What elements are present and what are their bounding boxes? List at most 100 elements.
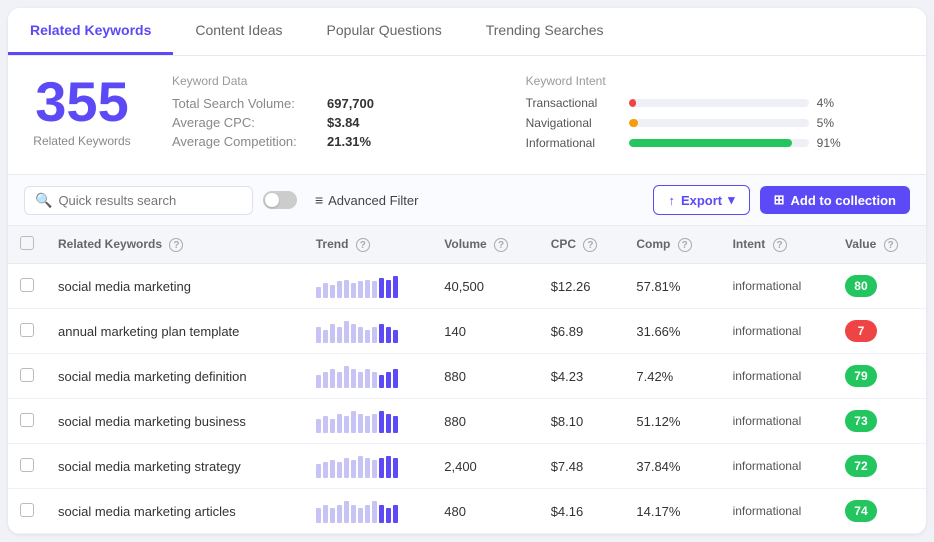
keyword-count: 355 Related Keywords [32,74,132,148]
row-checkbox[interactable] [20,368,34,382]
advanced-filter-button[interactable]: ≡ Advanced Filter [307,188,427,212]
value-badge: 80 [845,275,877,297]
cpc-cell: $7.48 [539,444,625,489]
th-trend-info-icon[interactable]: ? [356,238,370,252]
toggle-switch[interactable] [263,191,297,209]
value-cell: 73 [833,399,926,444]
table-row: social media marketing articles480$4.161… [8,489,926,534]
intent-bar-informational [629,139,793,147]
search-wrap[interactable]: 🔍 [24,186,253,215]
intent-cell: informational [721,444,833,489]
comp-cell: 7.42% [624,354,720,399]
th-intent: Intent ? [721,226,833,264]
trend-cell [304,399,433,444]
th-trend: Trend ? [304,226,433,264]
controls-bar: 🔍 ≡ Advanced Filter ↑ Export ▾ ⊞ Add to … [8,175,926,226]
keyword-cell: social media marketing definition [46,354,304,399]
th-value: Value ? [833,226,926,264]
export-button[interactable]: ↑ Export ▾ [653,185,749,215]
main-card: Related Keywords Content Ideas Popular Q… [8,8,926,534]
tab-popular-questions[interactable]: Popular Questions [305,8,464,55]
row-checkbox[interactable] [20,503,34,517]
trend-cell [304,444,433,489]
header-checkbox[interactable] [20,236,34,250]
kd-row-comp: Average Competition: 21.31% [172,134,486,149]
trend-cell [304,354,433,399]
th-value-info-icon[interactable]: ? [884,238,898,252]
export-icon: ↑ [668,193,675,208]
th-intent-info-icon[interactable]: ? [773,238,787,252]
intent-label-informational: Informational [526,136,621,150]
intent-cell: informational [721,489,833,534]
export-label: Export [681,193,722,208]
trend-cell [304,264,433,309]
kd-value-volume: 697,700 [327,96,374,111]
th-intent-label: Intent [733,237,766,251]
intent-pct-transactional: 4% [817,96,847,110]
main-container: Related Keywords Content Ideas Popular Q… [0,0,934,542]
th-cpc-info-icon[interactable]: ? [583,238,597,252]
intent-cell: informational [721,399,833,444]
row-checkbox[interactable] [20,278,34,292]
intent-label-navigational: Navigational [526,116,621,130]
value-badge: 74 [845,500,877,522]
volume-cell: 2,400 [432,444,538,489]
th-comp-info-icon[interactable]: ? [678,238,692,252]
trend-cell [304,309,433,354]
value-cell: 7 [833,309,926,354]
search-icon: 🔍 [35,192,52,209]
kd-value-cpc: $3.84 [327,115,360,130]
search-input[interactable] [58,193,242,208]
keyword-data-heading: Keyword Data [172,74,486,88]
comp-cell: 37.84% [624,444,720,489]
volume-cell: 40,500 [432,264,538,309]
value-cell: 72 [833,444,926,489]
intent-cell: informational [721,354,833,399]
th-checkbox [8,226,46,264]
kd-row-cpc: Average CPC: $3.84 [172,115,486,130]
value-cell: 74 [833,489,926,534]
keyword-cell: annual marketing plan template [46,309,304,354]
tab-trending-searches[interactable]: Trending Searches [464,8,626,55]
row-checkbox[interactable] [20,458,34,472]
toggle-wrap[interactable] [263,191,297,209]
kd-row-volume: Total Search Volume: 697,700 [172,96,486,111]
value-cell: 79 [833,354,926,399]
tab-content-ideas[interactable]: Content Ideas [173,8,304,55]
intent-bar-bg-transactional [629,99,809,107]
comp-cell: 57.81% [624,264,720,309]
th-value-label: Value [845,237,876,251]
kd-label-volume: Total Search Volume: [172,96,327,111]
comp-cell: 14.17% [624,489,720,534]
tab-related-keywords[interactable]: Related Keywords [8,8,173,55]
kd-label-cpc: Average CPC: [172,115,327,130]
th-cpc: CPC ? [539,226,625,264]
keyword-count-number: 355 [32,74,132,130]
intent-row-navigational: Navigational 5% [526,116,902,130]
row-checkbox[interactable] [20,413,34,427]
th-volume-info-icon[interactable]: ? [494,238,508,252]
th-keywords: Related Keywords ? [46,226,304,264]
volume-cell: 480 [432,489,538,534]
add-to-collection-button[interactable]: ⊞ Add to collection [760,186,910,214]
table-row: social media marketing business880$8.105… [8,399,926,444]
th-trend-label: Trend [316,237,349,251]
value-badge: 7 [845,320,877,342]
cpc-cell: $8.10 [539,399,625,444]
keyword-cell: social media marketing articles [46,489,304,534]
intent-cell: informational [721,264,833,309]
intent-bar-transactional [629,99,636,107]
intent-cell: informational [721,309,833,354]
keyword-data-section: Keyword Data Total Search Volume: 697,70… [172,74,486,153]
intent-section: Keyword Intent Transactional 4% Navigati… [526,74,902,156]
value-badge: 73 [845,410,877,432]
th-keywords-info-icon[interactable]: ? [169,238,183,252]
row-checkbox[interactable] [20,323,34,337]
add-icon: ⊞ [774,192,785,208]
comp-cell: 51.12% [624,399,720,444]
cpc-cell: $6.89 [539,309,625,354]
table-row: social media marketing40,500$12.2657.81%… [8,264,926,309]
intent-bar-navigational [629,119,638,127]
keyword-cell: social media marketing strategy [46,444,304,489]
cpc-cell: $4.23 [539,354,625,399]
